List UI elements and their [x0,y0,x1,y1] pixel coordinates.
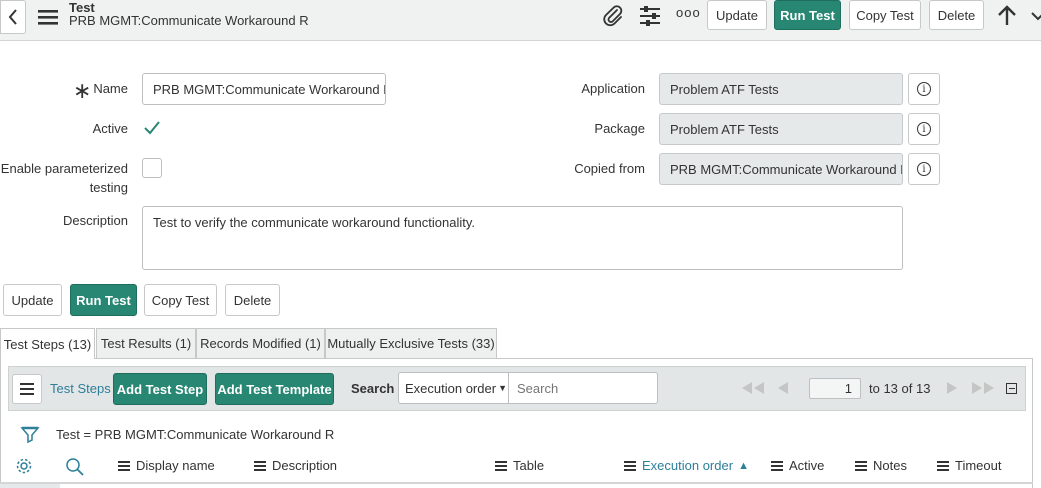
copied-from-field[interactable]: PRB MGMT:Communicate Workaround N [659,153,903,185]
collapse-list-icon[interactable] [1006,383,1017,394]
parameterized-checkbox[interactable] [142,158,162,178]
copied-from-info-button[interactable]: i [908,153,940,185]
column-menu-icon [624,460,636,471]
column-header-execution-order[interactable]: Execution order ▲ [624,458,749,473]
update-button[interactable]: Update [3,284,62,316]
tab-mutually-exclusive-tests[interactable]: Mutually Exclusive Tests (33) [325,328,497,358]
info-icon: i [917,162,931,176]
list-menu-button[interactable] [12,374,42,404]
copy-test-button[interactable]: Copy Test [144,284,217,316]
column-menu-icon [254,460,266,471]
filter-icon[interactable] [20,425,40,448]
description-textarea[interactable]: Test to verify the communicate workaroun… [142,206,903,270]
column-menu-icon [937,460,949,471]
column-menu-icon [495,460,507,471]
previous-page-icon[interactable] [777,381,789,398]
column-menu-icon [118,460,130,471]
parameterized-label-line1: Enable parameterized [0,161,128,176]
search-field-value: Execution order [405,380,497,396]
page-number-input[interactable]: 1 [809,378,861,399]
arrow-up-icon[interactable] [996,4,1018,28]
back-button[interactable] [0,0,26,34]
search-input[interactable] [509,372,658,404]
package-label: Package [594,121,645,136]
search-field-select[interactable]: Execution order ▼ [398,372,509,404]
tab-records-modified[interactable]: Records Modified (1) [196,328,325,358]
sort-ascending-icon: ▲ [738,459,749,472]
tab-test-steps[interactable]: Test Steps (13) [0,328,95,359]
name-field[interactable]: PRB MGMT:Communicate Workaround R [142,73,386,105]
column-menu-icon [855,460,867,471]
info-icon: i [917,122,931,136]
package-info-button[interactable]: i [908,113,940,145]
delete-button[interactable]: Delete [225,284,280,316]
header-update-button[interactable]: Update [707,0,767,30]
header-delete-button[interactable]: Delete [929,0,984,30]
more-options-button[interactable]: ooo [676,5,701,20]
add-test-template-button[interactable]: Add Test Template [215,373,334,405]
hamburger-icon [20,383,34,395]
application-label: Application [581,81,645,96]
column-header-description[interactable]: Description [254,458,337,473]
column-header-active[interactable]: Active [771,458,824,473]
add-test-step-button[interactable]: Add Test Step [113,373,207,405]
chevron-down-icon[interactable] [1030,8,1041,24]
description-label: Description [62,213,128,228]
personalize-form-icon[interactable] [638,5,662,27]
info-icon: i [917,82,931,96]
record-title: PRB MGMT:Communicate Workaround R [69,13,309,28]
chevron-left-icon [8,9,17,25]
name-label: Name [93,81,128,96]
header-row-divider [0,482,1033,484]
check-icon [144,121,160,135]
column-header-timeout[interactable]: Timeout [937,458,1001,473]
package-field[interactable]: Problem ATF Tests [659,113,903,145]
run-test-button[interactable]: Run Test [70,284,137,316]
header-run-test-button[interactable]: Run Test [774,0,841,30]
list-title-link[interactable]: Test Steps [50,381,111,396]
column-header-display-name[interactable]: Display name [118,458,215,473]
search-label: Search [351,381,395,396]
list-settings-icon[interactable] [14,456,34,479]
application-info-button[interactable]: i [908,73,940,105]
caret-down-icon: ▼ [498,383,507,393]
column-header-table[interactable]: Table [495,458,544,473]
tab-test-results[interactable]: Test Results (1) [96,328,196,358]
first-page-icon[interactable] [740,381,766,398]
last-page-icon[interactable] [970,381,996,398]
page-range-text: to 13 of 13 [869,381,931,396]
column-header-notes[interactable]: Notes [855,458,907,473]
application-field[interactable]: Problem ATF Tests [659,73,903,105]
next-page-icon[interactable] [946,381,958,398]
search-icon[interactable] [65,457,85,480]
filter-breadcrumb[interactable]: Test = PRB MGMT:Communicate Workaround R [56,427,334,442]
header-copy-test-button[interactable]: Copy Test [849,0,921,30]
copied-from-label: Copied from [574,161,645,176]
context-menu-icon[interactable] [37,8,59,26]
active-checkbox[interactable] [142,118,162,138]
parameterized-label-line2: testing [89,180,128,195]
first-row-stub [0,484,60,488]
column-menu-icon [771,460,783,471]
attachment-icon[interactable] [601,4,625,28]
active-label: Active [92,121,128,136]
description-text: Test to verify the communicate workaroun… [153,215,476,230]
